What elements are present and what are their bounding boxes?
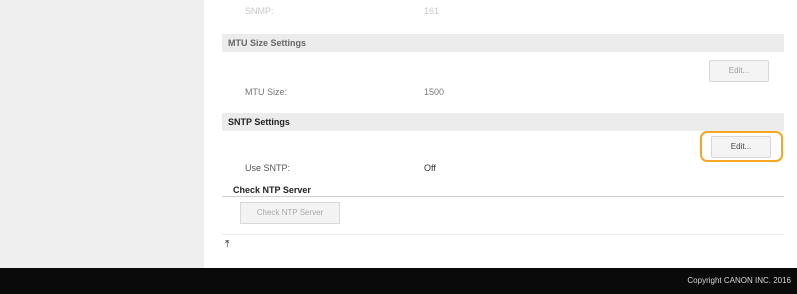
mtu-edit-button[interactable]: Edit... [709,60,769,82]
bottom-divider [222,234,784,235]
check-ntp-server-button[interactable]: Check NTP Server [240,202,340,224]
sidebar [0,0,205,268]
sntp-settings-header: SNTP Settings [222,113,784,131]
footer: Copyright CANON INC. 2016 [0,268,797,294]
use-sntp-label: Use SNTP: [245,163,291,173]
copyright-text: Copyright CANON INC. 2016 [687,276,791,285]
snmp-value: 161 [424,6,440,16]
check-ntp-divider [222,196,784,197]
mtu-size-label: MTU Size: [245,87,288,97]
back-to-top-icon[interactable]: ⤒ [225,239,229,250]
use-sntp-value: Off [424,163,436,173]
mtu-size-settings-header: MTU Size Settings [222,34,784,52]
check-ntp-server-heading: Check NTP Server [233,185,311,195]
mtu-size-value: 1500 [424,87,445,97]
snmp-label: SNMP: [245,6,274,16]
sntp-edit-button[interactable]: Edit... [711,136,771,158]
